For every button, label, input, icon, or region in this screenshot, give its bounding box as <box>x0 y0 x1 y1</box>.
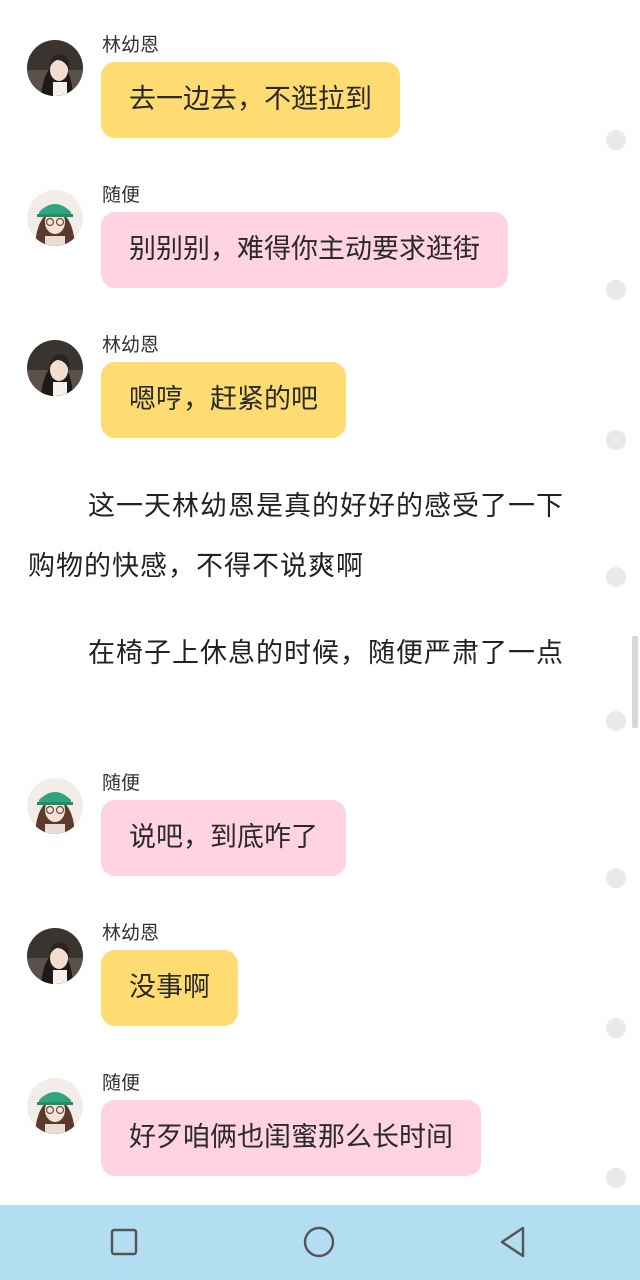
sender-name: 林幼恩 <box>102 922 160 944</box>
paragraph-comment-dot[interactable] <box>606 280 626 300</box>
recent-apps-icon <box>110 1228 138 1256</box>
message-bubble[interactable]: 嗯哼，赶紧的吧 <box>101 362 346 438</box>
avatar-suibian-image <box>27 1078 83 1134</box>
message-bubble[interactable]: 没事啊 <box>101 950 238 1026</box>
back-button[interactable] <box>496 1225 530 1259</box>
avatar-lin[interactable] <box>27 340 83 396</box>
message-bubble[interactable]: 别别别，难得你主动要求逛街 <box>101 212 508 288</box>
scrollbar-thumb[interactable] <box>632 636 638 728</box>
avatar-suibian[interactable] <box>27 1078 83 1134</box>
paragraph-comment-dot[interactable] <box>606 567 626 587</box>
narration-text: 在椅子上休息的时候，随便严肃了一点 <box>88 638 564 669</box>
sender-name: 随便 <box>102 772 141 794</box>
sender-name: 随便 <box>102 1072 141 1094</box>
avatar-lin[interactable] <box>27 928 83 984</box>
home-button[interactable] <box>302 1225 336 1259</box>
avatar-suibian[interactable] <box>27 190 83 246</box>
paragraph-comment-dot[interactable] <box>606 1168 626 1188</box>
avatar-suibian-image <box>27 190 83 246</box>
paragraph-comment-dot[interactable] <box>606 868 626 888</box>
message-bubble[interactable]: 好歹咱俩也闺蜜那么长时间 <box>101 1100 481 1176</box>
message-bubble[interactable]: 去一边去，不逛拉到 <box>101 62 400 138</box>
sender-name: 林幼恩 <box>102 334 160 356</box>
chat-screen[interactable]: 林幼恩 去一边去，不逛拉到 随便 别别别，难得你主动要求逛街 林幼恩 嗯哼，赶紧… <box>0 0 640 1205</box>
narration-paragraph: 这一天林幼恩是真的好好的感受了一下购物的快感，不得不说爽啊 <box>28 477 576 597</box>
home-icon <box>303 1226 335 1258</box>
paragraph-comment-dot[interactable] <box>606 430 626 450</box>
avatar-lin[interactable] <box>27 40 83 96</box>
avatar-lin-image <box>27 40 83 96</box>
paragraph-comment-dot[interactable] <box>606 1018 626 1038</box>
system-nav-bar <box>0 1205 640 1280</box>
narration-text: 这一天林幼恩是真的好好的感受了一下购物的快感，不得不说爽啊 <box>28 491 564 582</box>
avatar-suibian-image <box>27 778 83 834</box>
avatar-lin-image <box>27 340 83 396</box>
back-icon <box>500 1226 525 1258</box>
narration-paragraph: 在椅子上休息的时候，随便严肃了一点 <box>28 624 576 684</box>
sender-name: 随便 <box>102 184 141 206</box>
paragraph-comment-dot[interactable] <box>606 711 626 731</box>
avatar-suibian[interactable] <box>27 778 83 834</box>
recent-apps-button[interactable] <box>107 1225 141 1259</box>
sender-name: 林幼恩 <box>102 34 160 56</box>
paragraph-comment-dot[interactable] <box>606 130 626 150</box>
message-bubble[interactable]: 说吧，到底咋了 <box>101 800 346 876</box>
avatar-lin-image <box>27 928 83 984</box>
